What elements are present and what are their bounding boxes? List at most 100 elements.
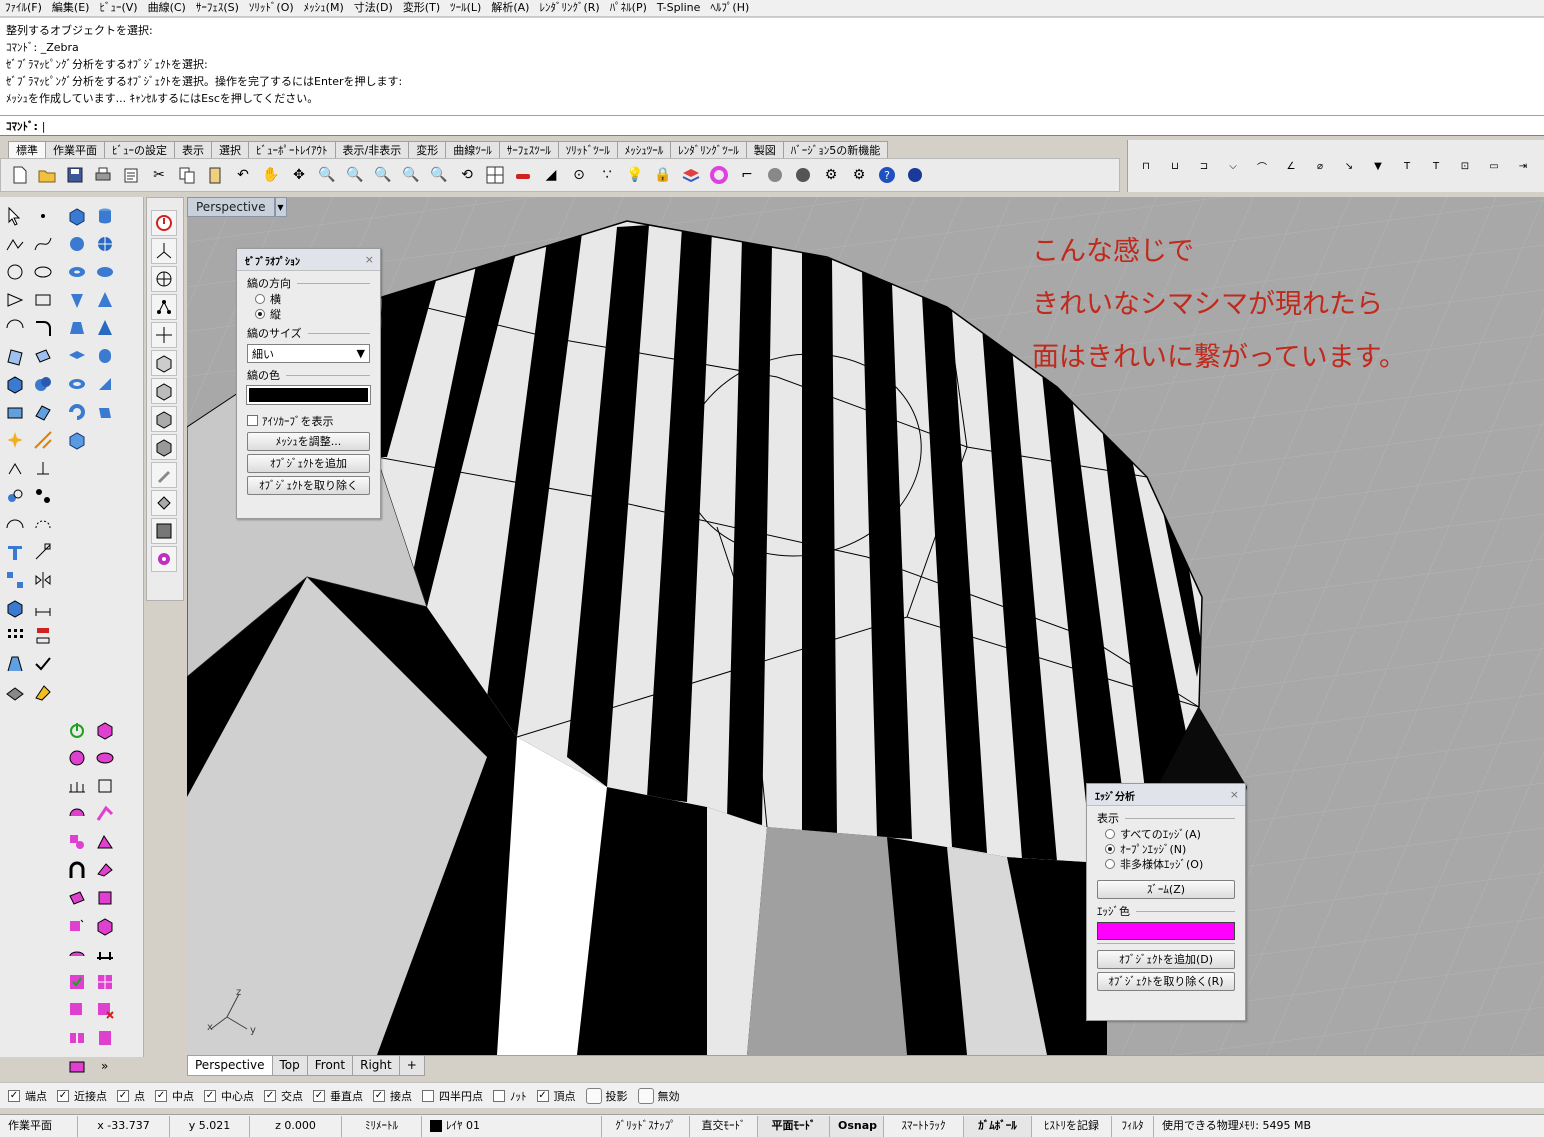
- checkbox-icon[interactable]: ✓: [117, 1089, 129, 1102]
- perspective-viewport[interactable]: z x y Perspective ▼ こんな感じで きれいなシマシマが現れたら…: [187, 197, 1544, 1055]
- dim-rotated-icon[interactable]: ⊐: [1192, 154, 1216, 178]
- tspline-symmetry-icon[interactable]: [92, 1025, 118, 1051]
- points-icon[interactable]: ∵: [595, 163, 619, 187]
- checkbox-icon[interactable]: ✓: [204, 1089, 216, 1102]
- properties-icon[interactable]: [119, 163, 143, 187]
- menu-item[interactable]: ﾂｰﾙ(L): [445, 0, 486, 16]
- menu-item[interactable]: 曲線(C): [143, 0, 191, 16]
- car-icon[interactable]: [511, 163, 535, 187]
- dim-radius-icon[interactable]: ⌒: [1250, 154, 1274, 178]
- solid-extrude-icon[interactable]: [92, 399, 118, 425]
- text-icon[interactable]: T: [1395, 154, 1419, 178]
- split-icon[interactable]: [2, 455, 28, 481]
- tspline-cube-icon[interactable]: [92, 773, 118, 799]
- edge-add-object-button[interactable]: ｵﾌﾞｼﾞｪｸﾄを追加(D): [1097, 950, 1235, 969]
- tspline-box-icon[interactable]: [92, 717, 118, 743]
- dim-ordinate-icon[interactable]: ⌵: [1221, 154, 1245, 178]
- explode-icon[interactable]: [2, 427, 28, 453]
- tspline-torus-icon[interactable]: [92, 745, 118, 771]
- osnap-checkbox[interactable]: ✓ 垂直点: [313, 1088, 363, 1104]
- solid-tetra-icon[interactable]: [92, 315, 118, 341]
- surface-points-icon[interactable]: [2, 343, 28, 369]
- cut-icon[interactable]: ✂: [147, 163, 171, 187]
- solid-cap-icon[interactable]: [64, 427, 90, 453]
- tspline-bend-icon[interactable]: [92, 857, 118, 883]
- solid-pyramid-icon[interactable]: [92, 287, 118, 313]
- toolbar-tab[interactable]: 標準: [8, 141, 46, 158]
- block-icon[interactable]: [2, 595, 28, 621]
- zoom-selected-icon[interactable]: 🔍: [399, 163, 423, 187]
- toolbar-tab[interactable]: ﾋﾞｭｰの設定: [104, 141, 175, 158]
- status-smarttrack[interactable]: ｽﾏｰﾄﾄﾗｯｸ: [884, 1115, 964, 1137]
- tspline-check-icon[interactable]: [64, 969, 90, 995]
- osnap-checkbox[interactable]: ✓ 近接点: [57, 1088, 107, 1104]
- rotate-view-icon[interactable]: ⟲: [455, 163, 479, 187]
- group-icon[interactable]: [2, 483, 28, 509]
- cplane-icon[interactable]: ⊙: [567, 163, 591, 187]
- material-icon[interactable]: [30, 679, 56, 705]
- tspline-insert-icon[interactable]: [92, 885, 118, 911]
- zoom-dynamic-icon[interactable]: 🔍: [315, 163, 339, 187]
- surface-network-icon[interactable]: [30, 399, 56, 425]
- solid-shell-icon[interactable]: [64, 399, 90, 425]
- toggle-button-icon[interactable]: [585, 1087, 602, 1104]
- dim-aligned-icon[interactable]: ⊔: [1163, 154, 1187, 178]
- solid-slab-icon[interactable]: [64, 343, 90, 369]
- menu-item[interactable]: 解析(A): [486, 0, 534, 16]
- zoom-extents-icon[interactable]: 🔍: [371, 163, 395, 187]
- tspline-mirror-icon[interactable]: [64, 1025, 90, 1051]
- checkbox-icon[interactable]: ✓: [155, 1089, 167, 1102]
- command-input[interactable]: |: [42, 120, 46, 133]
- dim-icon[interactable]: [30, 595, 56, 621]
- menu-item[interactable]: 変形(T): [398, 0, 445, 16]
- open-edges-radio[interactable]: ｵｰﾌﾟﾝｴｯｼﾞ(N): [1087, 841, 1245, 856]
- render-icon[interactable]: [2, 679, 28, 705]
- osnap-checkbox[interactable]: ✓ 点: [117, 1088, 145, 1104]
- menu-item[interactable]: ｿﾘｯﾄﾞ(O): [244, 0, 299, 16]
- four-viewports-icon[interactable]: [483, 163, 507, 187]
- analyze-icon[interactable]: [2, 651, 28, 677]
- osnap-checkbox[interactable]: 四半円点: [422, 1088, 483, 1104]
- close-icon[interactable]: ×: [365, 253, 374, 266]
- dim-angle-icon[interactable]: ∠: [1279, 154, 1303, 178]
- point-icon[interactable]: [30, 203, 56, 229]
- offset-curve-icon[interactable]: [2, 511, 28, 537]
- show-isocurves-checkbox[interactable]: ｱｲｿｶｰﾌﾞを表示: [237, 412, 380, 429]
- zoom-button[interactable]: ｽﾞｰﾑ(Z): [1097, 880, 1235, 899]
- tspline-pipe-icon[interactable]: [92, 801, 118, 827]
- text-object-icon[interactable]: [2, 539, 28, 565]
- toolbar-tab[interactable]: 製図: [745, 141, 784, 158]
- solid-pipe-icon[interactable]: [92, 259, 118, 285]
- viewport-tab[interactable]: Top: [271, 1056, 308, 1076]
- toolbar-tab[interactable]: ﾒｯｼｭﾂｰﾙ: [616, 141, 672, 158]
- toolbar-tab[interactable]: 表示/非表示: [334, 141, 410, 158]
- globe-icon[interactable]: [151, 266, 177, 292]
- menu-item[interactable]: ﾚﾝﾀﾞﾘﾝｸﾞ(R): [534, 0, 604, 16]
- osnap-checkbox[interactable]: ✓ 中点: [155, 1088, 194, 1104]
- axis-icon[interactable]: [151, 322, 177, 348]
- dim-more-icon[interactable]: ⇥: [1511, 154, 1535, 178]
- box-view-front-icon[interactable]: [151, 378, 177, 404]
- text-block-icon[interactable]: T: [1424, 154, 1448, 178]
- status-grid-snap[interactable]: ｸﾞﾘｯﾄﾞｽﾅｯﾌﾟ: [602, 1115, 690, 1137]
- more-chevron-icon[interactable]: »: [92, 1053, 118, 1079]
- settings-icon[interactable]: ⚙: [847, 163, 871, 187]
- solid-ring-icon[interactable]: [64, 371, 90, 397]
- dimension-icon[interactable]: [30, 539, 56, 565]
- checkbox-icon[interactable]: [422, 1089, 434, 1102]
- curve-icon[interactable]: [30, 231, 56, 257]
- tspline-loft-icon[interactable]: [92, 829, 118, 855]
- lock-icon[interactable]: 🔒: [651, 163, 675, 187]
- solid-ellipsoid-icon[interactable]: [92, 231, 118, 257]
- dim-center-icon[interactable]: ⊡: [1453, 154, 1477, 178]
- box-view-persp-icon[interactable]: [151, 434, 177, 460]
- menu-item[interactable]: ﾍﾙﾌﾟ(H): [705, 0, 754, 16]
- grid-array-icon[interactable]: [2, 623, 28, 649]
- menu-item[interactable]: ﾋﾞｭｰ(V): [94, 0, 142, 16]
- status-layer[interactable]: ﾚｲﾔ 01: [422, 1115, 602, 1137]
- print-icon[interactable]: [91, 163, 115, 187]
- dim-diameter-icon[interactable]: ⌀: [1308, 154, 1332, 178]
- polygon-icon[interactable]: [2, 287, 28, 313]
- box-view-top-icon[interactable]: [151, 350, 177, 376]
- solid-wedge-icon[interactable]: [92, 371, 118, 397]
